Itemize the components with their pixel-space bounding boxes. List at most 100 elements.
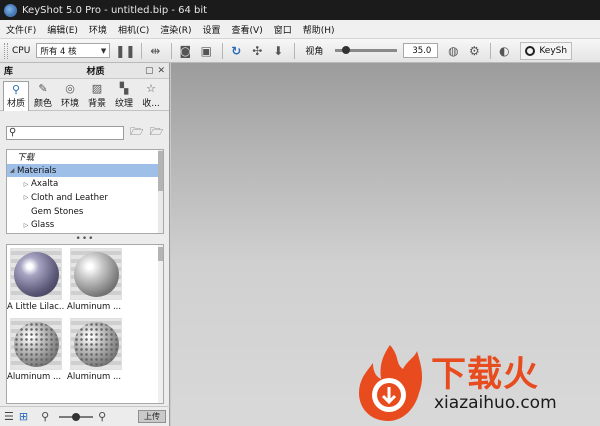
thumbnail-size-slider[interactable] (59, 412, 94, 421)
float-window-icon[interactable]: ▢ (145, 66, 154, 76)
tree-scrollbar[interactable] (158, 150, 163, 233)
move-down-icon[interactable]: ⬇ (269, 42, 287, 60)
tab-favorites[interactable]: ☆ 收... (138, 81, 164, 111)
zoom-out-icon[interactable]: ⚲ (41, 410, 49, 423)
thumbnails-scrollbar[interactable] (158, 245, 163, 403)
folder-add-icon[interactable]: 🗁 (130, 123, 144, 142)
menu-window[interactable]: 窗口 (274, 23, 292, 36)
tree-item-axalta[interactable]: ▷ Axalta (7, 177, 163, 191)
cpu-select[interactable]: 所有 4 核 ▼ (36, 43, 111, 58)
tree-item-label: Cloth and Leather (31, 192, 108, 203)
tab-label: 背景 (87, 99, 106, 109)
keyshot-app-icon (4, 3, 17, 17)
collapsed-triangle-icon[interactable]: ▷ (21, 181, 31, 188)
material-label: A Little Lilac... (7, 302, 65, 312)
screenshot-camera-icon[interactable]: ◙ (176, 42, 194, 60)
flame-logo-icon (359, 345, 423, 421)
tree-item-gem-stones[interactable]: Gem Stones (7, 205, 163, 219)
library-title: 库 (4, 67, 14, 77)
window-title: KeyShot 5.0 Pro - untitled.bip - 64 bit (22, 4, 208, 16)
close-icon[interactable]: ✕ (157, 66, 165, 76)
menu-view[interactable]: 查看(V) (232, 23, 263, 36)
toolbar-separator (141, 42, 143, 59)
material-thumbnail[interactable]: Aluminum ... (7, 318, 65, 382)
materials-tree: 下载 ◢ Materials ▷ Axalta ▷ Cloth and Leat… (6, 149, 164, 234)
image-icon: ▨ (91, 82, 103, 95)
scrollbar-thumb[interactable] (158, 247, 163, 261)
tree-item-downloads[interactable]: 下载 (7, 150, 163, 164)
fov-slider[interactable] (335, 46, 398, 54)
menu-help[interactable]: 帮助(H) (303, 23, 335, 36)
watermark: 下载火 xiazaihuo.com (355, 343, 600, 426)
library-tabs: ⚲ 材质 ✎ 颜色 ◎ 环境 ▨ 背景 ▚ 纹理 ☆ 收... (0, 79, 169, 111)
panel-header: 库 材质 ▢ ✕ (0, 63, 169, 79)
splitter-handle[interactable]: ••• (0, 235, 170, 244)
folder-refresh-icon[interactable]: 🗁 (150, 123, 164, 142)
tab-colors[interactable]: ✎ 颜色 (30, 81, 56, 111)
menu-settings[interactable]: 设置 (203, 23, 221, 36)
collapsed-triangle-icon[interactable]: ▷ (21, 222, 31, 229)
toolbar: CPU 所有 4 核 ▼ ❚❚ ⇹ ◙ ▣ ↻ ✣ ⬇ 视角 35.0 ◍ ⚙ … (0, 39, 600, 63)
slider-knob[interactable] (72, 412, 81, 421)
reset-camera-icon[interactable]: ↻ (227, 42, 245, 60)
render-output-icon[interactable]: ▣ (197, 42, 215, 60)
tab-label: 材质 (6, 99, 25, 109)
tree-item-label: Axalta (31, 179, 59, 190)
tab-textures[interactable]: ▚ 纹理 (111, 81, 137, 111)
menu-edit[interactable]: 编辑(E) (47, 23, 78, 36)
panel-footer: ☰ ⊞ ⚲ ⚲ 上传 (0, 406, 170, 426)
tree-item-label: Gem Stones (31, 206, 84, 217)
toolbar-separator (222, 42, 224, 59)
scrollbar-thumb[interactable] (158, 151, 163, 191)
search-icon: ⚲ (9, 127, 17, 138)
keyshot-button-label: KeySh (539, 45, 568, 56)
tree-item-glass[interactable]: ▷ Glass (7, 218, 163, 232)
menu-environment[interactable]: 环境 (89, 23, 107, 36)
render-settings-icon[interactable]: ⚙ (465, 42, 483, 60)
menu-camera[interactable]: 相机(C) (118, 23, 149, 36)
cpu-label: CPU (12, 45, 31, 56)
tab-materials[interactable]: ⚲ 材质 (3, 81, 29, 111)
zoom-in-icon[interactable]: ⚲ (98, 410, 106, 423)
tab-label: 纹理 (114, 99, 133, 109)
cpu-select-value: 所有 4 核 (40, 46, 77, 57)
grid-view-icon[interactable]: ⊞ (19, 410, 28, 423)
material-label: Aluminum ... (67, 372, 122, 382)
material-thumbnails: A Little Lilac... Aluminum ... Aluminum … (6, 244, 164, 404)
tree-item-materials[interactable]: ◢ Materials (7, 163, 163, 178)
material-thumbnail[interactable]: Aluminum ... (67, 318, 125, 382)
panel-window-controls: ▢ ✕ (145, 66, 165, 76)
turntable-icon[interactable]: ◍ (444, 42, 462, 60)
upload-button[interactable]: 上传 (138, 410, 166, 423)
pause-icon[interactable]: ❚❚ (115, 42, 135, 60)
keyshot-button[interactable]: KeySh (520, 41, 573, 60)
keyshotvr-icon[interactable]: ◐ (495, 42, 513, 60)
material-thumbnail[interactable]: Aluminum ... (67, 248, 125, 312)
material-label: Aluminum ... (7, 372, 62, 382)
list-view-icon[interactable]: ☰ (4, 410, 14, 423)
library-panel: 库 材质 ▢ ✕ ⚲ 材质 ✎ 颜色 ◎ 环境 ▨ 背景 ▚ 纹理 ☆ 收... (0, 63, 170, 426)
tab-backgrounds[interactable]: ▨ 背景 (84, 81, 110, 111)
expanded-triangle-icon[interactable]: ◢ (7, 167, 17, 174)
tree-item-cloth-and-leather[interactable]: ▷ Cloth and Leather (7, 191, 163, 205)
fov-slider-knob[interactable] (341, 46, 350, 54)
menu-bar: 文件(F) 编辑(E) 环境 相机(C) 渲染(R) 设置 查看(V) 窗口 帮… (0, 20, 600, 39)
resolution-icon[interactable]: ⇹ (146, 42, 164, 60)
checker-icon: ▚ (119, 82, 129, 95)
fit-view-icon[interactable]: ✣ (248, 42, 266, 60)
menu-render[interactable]: 渲染(R) (160, 23, 191, 36)
fov-input[interactable]: 35.0 (403, 43, 439, 58)
collapsed-triangle-icon[interactable]: ▷ (21, 194, 31, 201)
tree-item-label: Glass (31, 220, 55, 231)
search-row: ⚲ 🗁 🗁 (6, 125, 166, 140)
search-input[interactable]: ⚲ (6, 125, 124, 140)
material-thumbnail[interactable]: A Little Lilac... (7, 248, 65, 312)
toolbar-separator (171, 42, 173, 59)
toolbar-grip[interactable] (4, 42, 8, 59)
title-bar: KeyShot 5.0 Pro - untitled.bip - 64 bit (0, 0, 600, 20)
tab-environments[interactable]: ◎ 环境 (57, 81, 83, 111)
menu-file[interactable]: 文件(F) (6, 23, 36, 36)
tab-label: 收... (142, 99, 160, 109)
keyshot-logo-icon (525, 45, 536, 56)
tab-label: 颜色 (33, 99, 52, 109)
